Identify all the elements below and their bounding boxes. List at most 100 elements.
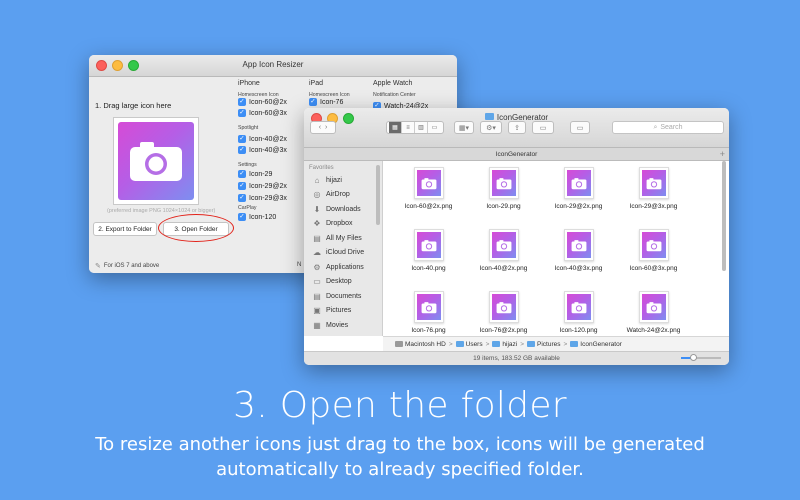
cloud-icon: ☁	[313, 248, 321, 258]
camera-icon	[571, 177, 586, 189]
arrange-button[interactable]: ▦▾	[454, 121, 474, 134]
checkmark-icon: ✓	[238, 146, 246, 154]
list-view-icon[interactable]: ≡	[402, 122, 415, 133]
gear-icon: ⚙▾	[486, 124, 496, 132]
share-button[interactable]: ⇪	[508, 121, 526, 134]
checkbox-icon-29[interactable]: ✓ Icon-29	[238, 170, 272, 178]
icon-drop-area[interactable]	[113, 117, 199, 205]
path-segment-label: hijazi	[502, 340, 518, 348]
path-segment[interactable]: Users	[455, 341, 483, 348]
sidebar-item[interactable]: ▣ Pictures	[304, 304, 382, 319]
sidebar-item[interactable]: ▦ Movies	[304, 318, 382, 333]
camera-icon	[646, 239, 661, 251]
file-item[interactable]: Icon-29@2x.png	[541, 164, 616, 226]
path-segment[interactable]: Pictures	[527, 340, 561, 348]
file-name: Icon-76.png	[411, 327, 446, 334]
file-grid: Icon-60@2x.png Icon-29.png Icon-29@2x.png I…	[391, 164, 691, 350]
camera-icon	[421, 177, 436, 189]
icon-view-icon[interactable]: ▦	[389, 122, 402, 133]
file-item[interactable]: Icon-29@3x.png	[616, 164, 691, 226]
action-button[interactable]: ⚙▾	[480, 121, 502, 134]
camera-icon	[421, 301, 436, 313]
file-thumbnail	[638, 229, 669, 261]
file-item[interactable]: Icon-40@3x.png	[541, 226, 616, 288]
tab-icongenerator[interactable]: IconGenerator +	[304, 148, 729, 161]
icon-size-slider[interactable]	[681, 354, 721, 361]
slider-knob[interactable]	[690, 354, 697, 361]
sidebar-item[interactable]: ☁ iCloud Drive	[304, 246, 382, 261]
tag-icon: ▭	[539, 124, 547, 132]
search-placeholder: Search	[660, 124, 683, 131]
search-icon: ⌕	[653, 123, 658, 131]
finder-toolbar: ‹ › ▦ ≡ ▥ ▭ ▦▾ ⚙▾ ⇪ ▭ ▭ ⌕ Search	[304, 121, 729, 141]
sidebar-item[interactable]: ❖ Dropbox	[304, 217, 382, 232]
search-input[interactable]: ⌕ Search	[612, 121, 724, 134]
back-icon[interactable]: ‹	[319, 124, 321, 131]
camera-icon	[646, 301, 661, 313]
camera-icon	[571, 301, 586, 313]
applications-icon: ⚙	[313, 262, 321, 272]
back-forward-buttons[interactable]: ‹ ›	[310, 121, 336, 134]
checkbox-icon-120[interactable]: ✓ Icon-120	[238, 213, 276, 221]
ipad-heading: iPad	[309, 80, 324, 87]
sidebar-item[interactable]: ⬇ Downloads	[304, 202, 382, 217]
sidebar-item[interactable]: ⚙ Applications	[304, 260, 382, 275]
sidebar-item[interactable]: ▭ Desktop	[304, 275, 382, 290]
file-item[interactable]: Icon-60@2x.png	[391, 164, 466, 226]
export-to-folder-button[interactable]: 2. Export to Folder	[93, 222, 157, 236]
path-segment-label: Pictures	[537, 340, 561, 348]
sidebar-item-label: Documents	[326, 292, 362, 300]
file-name: Icon-29@2x.png	[554, 203, 603, 210]
new-folder-button[interactable]: ▭	[570, 121, 590, 134]
sidebar-item[interactable]: ▤ Documents	[304, 289, 382, 304]
finder-titlebar: IconGenerator ‹ › ▦ ≡ ▥ ▭ ▦▾ ⚙▾ ⇪ ▭ ▭ ⌕ …	[304, 108, 729, 148]
sidebar-item[interactable]: ⌂ hijazi	[304, 173, 382, 188]
path-segment-label: Macintosh HD	[405, 340, 446, 348]
camera-icon	[130, 142, 182, 181]
file-item[interactable]: Icon-60@3x.png	[616, 226, 691, 288]
checkbox-icon-40-3x[interactable]: ✓ Icon-40@3x	[238, 146, 287, 154]
file-item[interactable]: Icon-40@2x.png	[466, 226, 541, 288]
sidebar-scrollbar[interactable]	[376, 165, 380, 225]
path-segment[interactable]: IconGenerator	[570, 341, 622, 348]
view-mode-control[interactable]: ▦ ≡ ▥ ▭	[386, 121, 444, 134]
checkbox-icon-60-2x[interactable]: ✓ Icon-60@2x	[238, 98, 287, 106]
file-thumbnail	[488, 291, 519, 323]
sidebar-item[interactable]: ▤ All My Files	[304, 231, 382, 246]
checkbox-icon-76[interactable]: ✓ Icon-76	[309, 98, 343, 106]
folder-icon	[492, 341, 501, 347]
coverflow-view-icon[interactable]: ▭	[428, 122, 441, 133]
description-line-2: automatically to already specified folde…	[216, 459, 584, 480]
folder-icon	[570, 341, 579, 347]
file-thumbnail	[413, 291, 444, 323]
favorites-heading: Favorites	[309, 165, 334, 171]
path-bar: Macintosh HD > Users > hijazi > Pictures > IconG…	[383, 336, 729, 351]
file-thumbnail	[563, 291, 594, 323]
sidebar-item-label: hijazi	[326, 176, 342, 184]
path-separator: >	[520, 340, 525, 348]
path-segment[interactable]: Macintosh HD	[395, 341, 446, 348]
content-scrollbar[interactable]	[722, 161, 726, 271]
add-tab-icon[interactable]: +	[720, 148, 725, 161]
checkbox-icon-29-2x[interactable]: ✓ Icon-29@2x	[238, 182, 287, 190]
checkbox-icon-40-2x[interactable]: ✓ Icon-40@2x	[238, 135, 287, 143]
checkbox-icon-60-3x[interactable]: ✓ Icon-60@3x	[238, 109, 287, 117]
column-view-icon[interactable]: ▥	[415, 122, 428, 133]
sidebar-item[interactable]: ▭ILLUSTRA...	[304, 333, 382, 336]
sidebar-item[interactable]: ◎ AirDrop	[304, 188, 382, 203]
tags-button[interactable]: ▭	[532, 121, 554, 134]
documents-icon: ▤	[313, 291, 321, 301]
pictures-icon: ▣	[313, 306, 321, 316]
file-item[interactable]: Icon-40.png	[391, 226, 466, 288]
file-item[interactable]: Icon-29.png	[466, 164, 541, 226]
file-thumbnail	[563, 167, 594, 199]
sidebar-item-label: Applications	[326, 263, 364, 271]
iphone-settings-label: Settings	[238, 162, 257, 168]
path-segment[interactable]: hijazi	[492, 341, 517, 348]
forward-icon[interactable]: ›	[325, 124, 327, 131]
tab-label: IconGenerator	[495, 151, 538, 158]
checkbox-icon-29-3x[interactable]: ✓ Icon-29@3x	[238, 194, 287, 202]
folder-icon	[527, 341, 536, 347]
desktop-icon: ▭	[313, 277, 321, 287]
checkmark-icon: ✓	[238, 135, 246, 143]
